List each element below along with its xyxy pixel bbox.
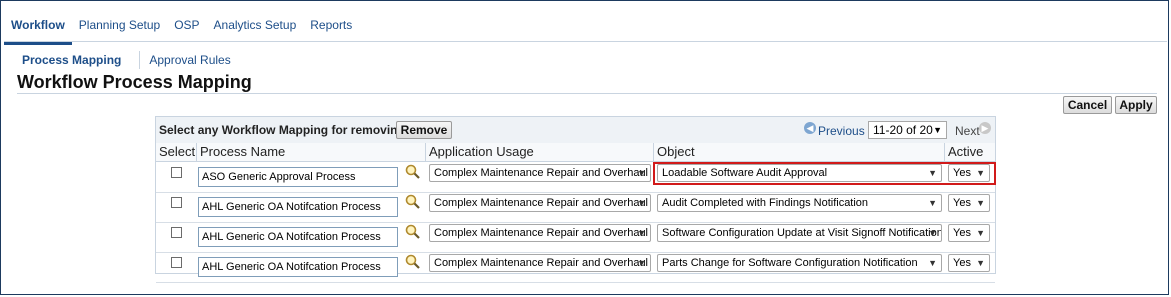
table-row: AHL Generic OA Notifcation Process Compl… [156,192,995,223]
header-select: Select [156,143,196,161]
table-row: AHL Generic OA Notifcation Process Compl… [156,252,995,283]
table-row: AHL Generic OA Notifcation Process Compl… [156,222,995,253]
tab-divider [4,41,1167,42]
tab-reports[interactable]: Reports [303,14,359,42]
active-select[interactable]: Yes ▼ [948,254,990,272]
application-usage-value: Complex Maintenance Repair and Overhaul [434,167,649,179]
row-select-checkbox[interactable] [171,257,182,268]
active-value: Yes [953,227,971,239]
application-usage-value: Complex Maintenance Repair and Overhaul [434,257,649,269]
toolbar-label: Select any Workflow Mapping for removing [159,123,405,137]
object-select[interactable]: Audit Completed with Findings Notificati… [657,194,942,212]
chevron-down-icon: ▼ [928,228,937,238]
process-name-input[interactable]: AHL Generic OA Notifcation Process [198,257,398,277]
apply-button[interactable]: Apply [1115,96,1157,114]
chevron-down-icon: ▼ [928,258,937,268]
page-range-value: 11-20 of 20 [873,123,933,137]
object-value: Parts Change for Software Configuration … [662,257,918,269]
active-value: Yes [953,257,971,269]
header-process-name: Process Name [196,143,425,161]
application-usage-select[interactable]: Complex Maintenance Repair and Overhaul ▼ [429,224,651,242]
search-icon[interactable] [405,254,421,270]
highlight-annotation [653,162,996,185]
chevron-down-icon: ▼ [637,258,646,268]
page-range-select[interactable]: 11-20 of 20 ▼ [868,121,947,139]
active-value: Yes [953,197,971,209]
application-usage-select[interactable]: Complex Maintenance Repair and Overhaul ▼ [429,194,651,212]
mapping-table: Select any Workflow Mapping for removing… [155,116,996,283]
object-select[interactable]: Parts Change for Software Configuration … [657,254,942,272]
object-value: Software Configuration Update at Visit S… [662,227,942,239]
active-select[interactable]: Yes ▼ [948,224,990,242]
previous-link[interactable]: Previous [818,124,865,138]
process-name-input[interactable]: AHL Generic OA Notifcation Process [198,227,398,247]
previous-arrow-icon[interactable]: ◀ [804,122,816,134]
process-name-input[interactable]: ASO Generic Approval Process [198,167,398,187]
top-tabs: Workflow Planning Setup OSP Analytics Se… [4,14,359,45]
process-name-input[interactable]: AHL Generic OA Notifcation Process [198,197,398,217]
application-usage-value: Complex Maintenance Repair and Overhaul [434,197,649,209]
remove-button[interactable]: Remove [396,121,452,139]
tab-osp[interactable]: OSP [167,14,206,42]
chevron-down-icon: ▼ [637,168,646,178]
chevron-down-icon: ▼ [933,125,942,135]
chevron-down-icon: ▼ [976,198,985,208]
search-icon[interactable] [405,224,421,240]
chevron-down-icon: ▼ [637,228,646,238]
header-object: Object [653,143,944,161]
title-divider [17,93,1157,94]
application-usage-select[interactable]: Complex Maintenance Repair and Overhaul ▼ [429,254,651,272]
object-value: Audit Completed with Findings Notificati… [662,197,869,209]
row-select-checkbox[interactable] [171,167,182,178]
search-icon[interactable] [405,164,421,180]
subtab-approval-rules[interactable]: Approval Rules [149,53,230,67]
active-select[interactable]: Yes ▼ [948,194,990,212]
chevron-down-icon: ▼ [976,228,985,238]
tab-planning-setup[interactable]: Planning Setup [72,14,167,42]
row-select-checkbox[interactable] [171,227,182,238]
next-arrow-icon: ▶ [979,122,991,134]
page-title: Workflow Process Mapping [17,72,252,92]
tab-analytics-setup[interactable]: Analytics Setup [207,14,304,42]
next-link: Next [955,124,980,138]
row-select-checkbox[interactable] [171,197,182,208]
header-active: Active [944,143,995,161]
table-toolbar: Select any Workflow Mapping for removing… [156,117,995,144]
application-usage-value: Complex Maintenance Repair and Overhaul [434,227,649,239]
search-icon[interactable] [405,194,421,210]
subtab-separator [139,51,141,69]
application-usage-select[interactable]: Complex Maintenance Repair and Overhaul ▼ [429,164,651,182]
object-select[interactable]: Software Configuration Update at Visit S… [657,224,942,242]
chevron-down-icon: ▼ [976,258,985,268]
cancel-button[interactable]: Cancel [1063,96,1112,114]
chevron-down-icon: ▼ [637,198,646,208]
subtab-process-mapping[interactable]: Process Mapping [22,53,121,67]
chevron-down-icon: ▼ [928,198,937,208]
sub-tabs: Process Mapping Approval Rules [22,51,231,69]
header-application-usage: Application Usage [425,143,653,161]
